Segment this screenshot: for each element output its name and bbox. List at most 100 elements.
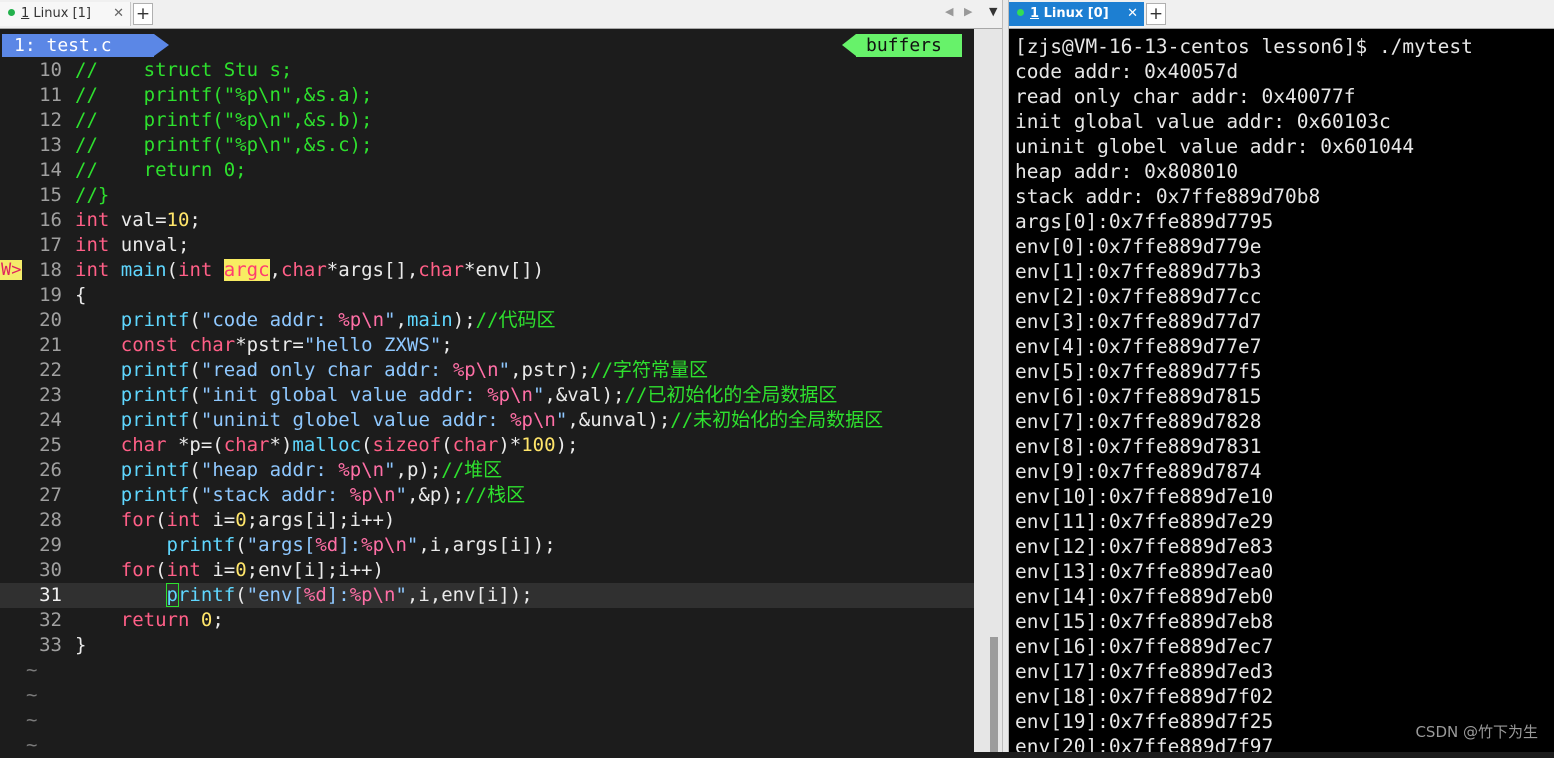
buffer-name-tab[interactable]: 1: test.c [2, 34, 169, 57]
line-number: 22 [39, 359, 62, 381]
tab-number: 1 [21, 6, 30, 21]
scroll-tabs-right-icon[interactable]: ▶ [964, 5, 972, 18]
terminal-line: args[0]:0x7ffe889d7795 [1015, 210, 1274, 233]
terminal-line: env[16]:0x7ffe889d7ec7 [1015, 635, 1274, 658]
code-line[interactable]: 24 printf("uninit globel value addr: %p\… [0, 408, 974, 433]
terminal-line: env[11]:0x7ffe889d7e29 [1015, 510, 1274, 533]
line-number: 18 [39, 259, 62, 281]
tilde-marker: ~ [26, 709, 38, 731]
buffers-badge: buffers [842, 34, 962, 57]
line-number: 10 [39, 59, 62, 81]
tab-linux-0[interactable]: 1 Linux [0] ✕ [1009, 2, 1144, 26]
connection-status-icon [8, 9, 15, 16]
line-number: 17 [39, 234, 62, 256]
terminal-line: init global value addr: 0x60103c [1015, 110, 1391, 133]
scrollbar-thumb[interactable] [990, 637, 998, 752]
line-number: 30 [39, 559, 62, 581]
terminal-line: env[2]:0x7ffe889d77cc [1015, 285, 1262, 308]
code-line[interactable]: 26 printf("heap addr: %p\n",p);//堆区 [0, 458, 974, 483]
terminal-line: env[8]:0x7ffe889d7831 [1015, 435, 1262, 458]
code-line[interactable]: 33} [0, 633, 974, 658]
line-number: 20 [39, 309, 62, 331]
add-tab-button[interactable]: + [1146, 3, 1166, 25]
terminal-line: stack addr: 0x7ffe889d70b8 [1015, 185, 1321, 208]
terminal-line: env[3]:0x7ffe889d77d7 [1015, 310, 1262, 333]
code-line[interactable]: 12 // printf("%p\n",&s.b); [0, 108, 974, 133]
line-number: 24 [39, 409, 62, 431]
code-line[interactable]: 16 int val=10; [0, 208, 974, 233]
close-icon[interactable]: ✕ [113, 2, 124, 26]
code-line[interactable]: W> 18 int main(int argc,char*args[],char*e… [0, 258, 974, 283]
text-cursor: p [165, 583, 180, 607]
code-line[interactable]: 15 //} [0, 183, 974, 208]
code-text: int unval; [75, 234, 190, 256]
right-tab-bar: 1 Linux [0] ✕ + [1009, 0, 1554, 29]
empty-line: ~ [0, 708, 974, 733]
code-line[interactable]: 20 printf("code addr: %p\n",main);//代码区 [0, 308, 974, 333]
code-line[interactable]: 22 printf("read only char addr: %p\n",ps… [0, 358, 974, 383]
code-text: int val=10; [75, 209, 201, 231]
terminal-pane[interactable]: [zjs@VM-16-13-centos lesson6]$ ./mytest c… [1009, 29, 1554, 752]
code-area[interactable]: 10 // struct Stu s; 11 // printf("%p\n",&s… [0, 58, 974, 758]
line-number: 15 [39, 184, 62, 206]
left-tab-bar: 1 Linux [1] ✕ + ◀ ▶ ▼ [0, 0, 1007, 29]
code-text: printf("init global value addr: %p\n",&v… [120, 384, 838, 406]
shell-prompt-line: [zjs@VM-16-13-centos lesson6]$ ./mytest [1015, 35, 1473, 58]
code-text: printf("read only char addr: %p\n",pstr)… [120, 359, 709, 381]
code-line[interactable]: 30 for(int i=0;env[i];i++) [0, 558, 974, 583]
terminal-line: heap addr: 0x808010 [1015, 160, 1239, 183]
terminal-line: env[15]:0x7ffe889d7eb8 [1015, 610, 1274, 633]
code-text: printf("args[%d]:%p\n",i,args[i]); [166, 534, 556, 556]
tilde-marker: ~ [26, 659, 38, 681]
warning-sign: W> [0, 258, 28, 283]
terminal-line: env[17]:0x7ffe889d7ed3 [1015, 660, 1274, 683]
terminal-line: env[6]:0x7ffe889d7815 [1015, 385, 1262, 408]
code-line[interactable]: 11 // printf("%p\n",&s.a); [0, 83, 974, 108]
code-line[interactable]: 13 // printf("%p\n",&s.c); [0, 133, 974, 158]
empty-line: ~ [0, 683, 974, 708]
tilde-marker: ~ [26, 684, 38, 706]
terminal-line: env[0]:0x7ffe889d779e [1015, 235, 1262, 258]
terminal-line: env[12]:0x7ffe889d7e83 [1015, 535, 1274, 558]
code-text: // printf("%p\n",&s.c); [75, 134, 373, 156]
code-line[interactable]: 10 // struct Stu s; [0, 58, 974, 83]
code-line[interactable]: 17 int unval; [0, 233, 974, 258]
pane-splitter[interactable] [1002, 0, 1009, 752]
vim-scrollbar[interactable] [974, 29, 1002, 752]
tab-title: Linux [0] [1043, 6, 1109, 21]
code-line-current[interactable]: 31 printf("env[%d]:%p\n",i,env[i]); [0, 583, 974, 608]
code-line[interactable]: 19 { [0, 283, 974, 308]
code-line[interactable]: 32 return 0; [0, 608, 974, 633]
code-line[interactable]: 29 printf("args[%d]:%p\n",i,args[i]); [0, 533, 974, 558]
tab-linux-1[interactable]: 1 Linux [1] ✕ [0, 2, 131, 26]
code-line[interactable]: 21 const char*pstr="hello ZXWS"; [0, 333, 974, 358]
code-line[interactable]: 28 for(int i=0;args[i];i++) [0, 508, 974, 533]
line-number: 11 [39, 84, 62, 106]
code-line[interactable]: 25 char *p=(char*)malloc(sizeof(char)*10… [0, 433, 974, 458]
code-text: //} [75, 184, 110, 206]
line-number: 25 [39, 434, 62, 456]
code-line[interactable]: 27 printf("stack addr: %p\n",&p);//栈区 [0, 483, 974, 508]
code-text: int main(int argc,char*args[],char*env[]… [75, 259, 545, 281]
line-number: 29 [39, 534, 62, 556]
code-text: printf("code addr: %p\n",main);//代码区 [120, 309, 556, 331]
terminal-output: [zjs@VM-16-13-centos lesson6]$ ./mytest c… [1015, 34, 1473, 752]
code-text: // printf("%p\n",&s.a); [75, 84, 373, 106]
code-text: // struct Stu s; [75, 59, 293, 81]
line-number: 26 [39, 459, 62, 481]
line-number: 28 [39, 509, 62, 531]
code-line[interactable]: 23 printf("init global value addr: %p\n"… [0, 383, 974, 408]
scroll-tabs-left-icon[interactable]: ◀ [945, 5, 953, 18]
tab-menu-icon[interactable]: ▼ [989, 5, 997, 18]
empty-line: ~ [0, 658, 974, 683]
terminal-line: code addr: 0x40057d [1015, 60, 1239, 83]
add-tab-button[interactable]: + [133, 3, 153, 25]
line-number: 27 [39, 484, 62, 506]
terminal-line: env[5]:0x7ffe889d77f5 [1015, 360, 1262, 383]
close-icon[interactable]: ✕ [1127, 2, 1138, 26]
terminal-line: env[10]:0x7ffe889d7e10 [1015, 485, 1274, 508]
line-number: 23 [39, 384, 62, 406]
code-line[interactable]: 14 // return 0; [0, 158, 974, 183]
vim-editor-pane[interactable]: 1: test.c buffers 10 // struct Stu s; 11 /… [0, 29, 974, 756]
terminal-line: env[9]:0x7ffe889d7874 [1015, 460, 1262, 483]
